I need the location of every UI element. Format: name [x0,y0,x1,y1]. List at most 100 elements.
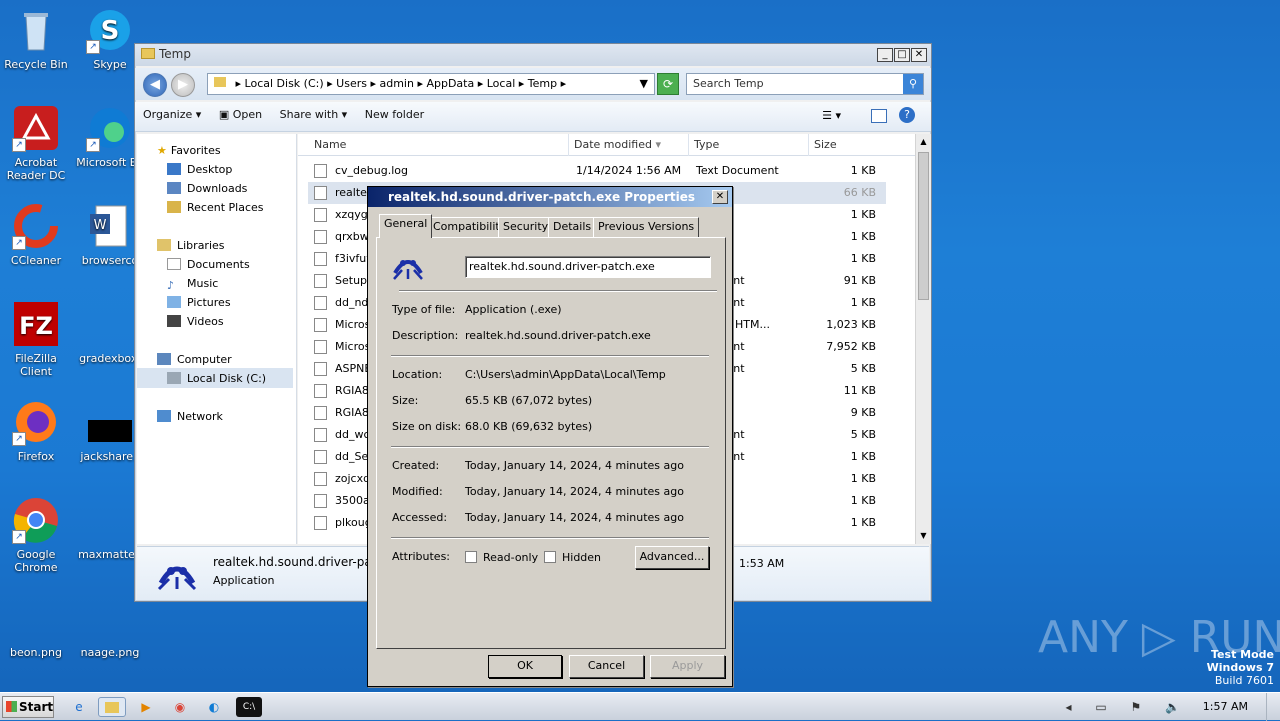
sort-icon: ▾ [655,138,661,151]
column-size[interactable]: Size [814,138,837,151]
hidden-label: Hidden [562,551,602,564]
refresh-button[interactable]: ⟳ [657,73,679,95]
nav-documents[interactable]: Documents [167,258,250,271]
edge-icon: ↗ [86,104,134,152]
show-desktop-button[interactable] [1266,693,1280,721]
folder-icon [214,77,226,87]
breadcrumb-item[interactable]: Users [336,77,367,90]
svg-text:FZ: FZ [19,312,53,340]
nav-desktop[interactable]: Desktop [167,163,232,176]
breadcrumb-item[interactable]: admin [379,77,413,90]
file-icon [314,450,327,464]
firefox-icon: ↗ [12,398,60,446]
apply-button[interactable]: Apply [650,655,725,678]
close-button[interactable]: ✕ [911,48,927,62]
acrobat-icon: ↗ [12,104,60,152]
file-icon [314,230,327,244]
column-separator[interactable] [688,134,689,156]
created-label: Created: [392,459,440,472]
advanced-button[interactable]: Advanced... [635,546,709,569]
nav-videos[interactable]: Videos [167,315,224,328]
explorer-titlebar[interactable]: Temp _ □ ✕ [135,44,931,66]
explorer-taskbar-icon[interactable] [98,697,126,717]
nav-network[interactable]: Network [157,410,223,423]
scroll-down-arrow[interactable]: ▼ [916,528,931,544]
breadcrumb-item[interactable]: Local [487,77,516,90]
readonly-checkbox[interactable]: Read-only [465,551,538,564]
test-mode-label: Test Mode Windows 7 Build 7601 [1207,648,1274,687]
nav-local-disk[interactable]: Local Disk (C:) [137,368,293,388]
vertical-scrollbar[interactable]: ▲ ▼ [915,134,931,544]
media-player-icon[interactable]: ▶ [135,697,157,717]
clock[interactable]: 1:57 AM [1203,700,1248,713]
nav-music[interactable]: ♪ Music [167,277,218,292]
desktop-icon-naage[interactable]: naage.png [74,594,146,659]
address-bar[interactable]: ▸ Local Disk (C:) ▸ Users ▸ admin ▸ AppD… [207,73,655,95]
column-name[interactable]: Name [314,138,346,151]
search-input[interactable]: Search Temp ⚲ [686,73,924,95]
recycle-bin-icon [12,6,60,54]
chrome-taskbar-icon[interactable]: ◉ [169,697,191,717]
maximize-button[interactable]: □ [894,48,910,62]
ok-button[interactable]: OK [488,655,562,678]
desktop-icon-filezilla[interactable]: FZ FileZilla Client [0,300,72,378]
chevron-down-icon[interactable]: ▼ [640,77,648,90]
cmd-icon[interactable]: C:\ [236,697,262,717]
file-size: 5 KB [850,428,876,441]
minimize-button[interactable]: _ [877,48,893,62]
start-button[interactable]: Start [2,696,54,718]
desktop-icon-firefox[interactable]: ↗ Firefox [0,398,72,463]
desktop-icon-beon[interactable]: beon.png [0,594,72,659]
scroll-thumb[interactable] [918,152,929,300]
tab-previous-versions[interactable]: Previous Versions [593,217,700,237]
breadcrumb-item[interactable]: AppData [426,77,474,90]
tray-icons: ◂ ▭ ⚑ 🔈 [1065,700,1190,714]
new-folder-button[interactable]: New folder [365,108,424,121]
forward-button[interactable]: ▶ [171,73,195,97]
desktop-icon-label: naage.png [80,646,140,659]
column-type[interactable]: Type [694,138,719,151]
desktop-icon-label: Recycle Bin [4,58,68,71]
drive-icon [167,372,181,384]
close-button[interactable]: ✕ [712,190,728,204]
breadcrumb-item[interactable]: Local Disk (C:) [245,77,324,90]
nav-libraries[interactable]: Libraries [157,239,225,252]
desktop-icon-recycle-bin[interactable]: Recycle Bin [0,6,72,71]
column-date-modified[interactable]: Date modified ▾ [574,138,661,151]
file-size: 91 KB [843,274,876,287]
edge-taskbar-icon[interactable]: ◐ [203,697,225,717]
organize-button[interactable]: Organize ▾ [143,108,201,121]
column-separator[interactable] [568,134,569,156]
separator [391,446,709,448]
open-button[interactable]: ▣ Open [219,108,262,121]
tab-details[interactable]: Details [548,217,597,237]
tab-security[interactable]: Security [498,217,554,237]
desktop-icon-ccleaner[interactable]: ↗ CCleaner [0,202,72,267]
desktop-icon-chrome[interactable]: ↗ Google Chrome [0,496,72,574]
cancel-button[interactable]: Cancel [569,655,644,678]
help-icon[interactable]: ? [899,107,915,123]
file-icon [314,362,327,376]
ie-icon[interactable]: e [68,697,90,717]
scroll-up-arrow[interactable]: ▲ [916,134,931,150]
preview-pane-icon[interactable] [871,109,887,123]
search-icon[interactable]: ⚲ [903,74,923,94]
file-icon [314,516,327,530]
nav-downloads[interactable]: Downloads [167,182,247,195]
hidden-checkbox[interactable]: Hidden [544,551,601,564]
tab-general[interactable]: General [379,214,433,238]
dialog-titlebar[interactable]: realtek.hd.sound.driver-patch.exe Proper… [368,187,732,207]
breadcrumb-item[interactable]: Temp [528,77,557,90]
back-button[interactable]: ◀ [143,73,167,97]
desktop-icon-acrobat[interactable]: ↗ Acrobat Reader DC [0,104,72,182]
nav-pictures[interactable]: Pictures [167,296,231,309]
column-separator[interactable] [808,134,809,156]
filename-field[interactable]: realtek.hd.sound.driver-patch.exe [465,256,711,278]
folder-icon [141,48,155,59]
nav-computer[interactable]: Computer [157,353,232,366]
file-row[interactable]: cv_debug.log 1/14/2024 1:56 AM Text Docume… [308,160,886,182]
nav-recent-places[interactable]: Recent Places [167,201,264,214]
share-with-button[interactable]: Share with ▾ [280,108,348,121]
view-options-icon[interactable]: ☰ ▾ [822,109,841,122]
nav-favorites[interactable]: ★ Favorites [157,144,221,157]
